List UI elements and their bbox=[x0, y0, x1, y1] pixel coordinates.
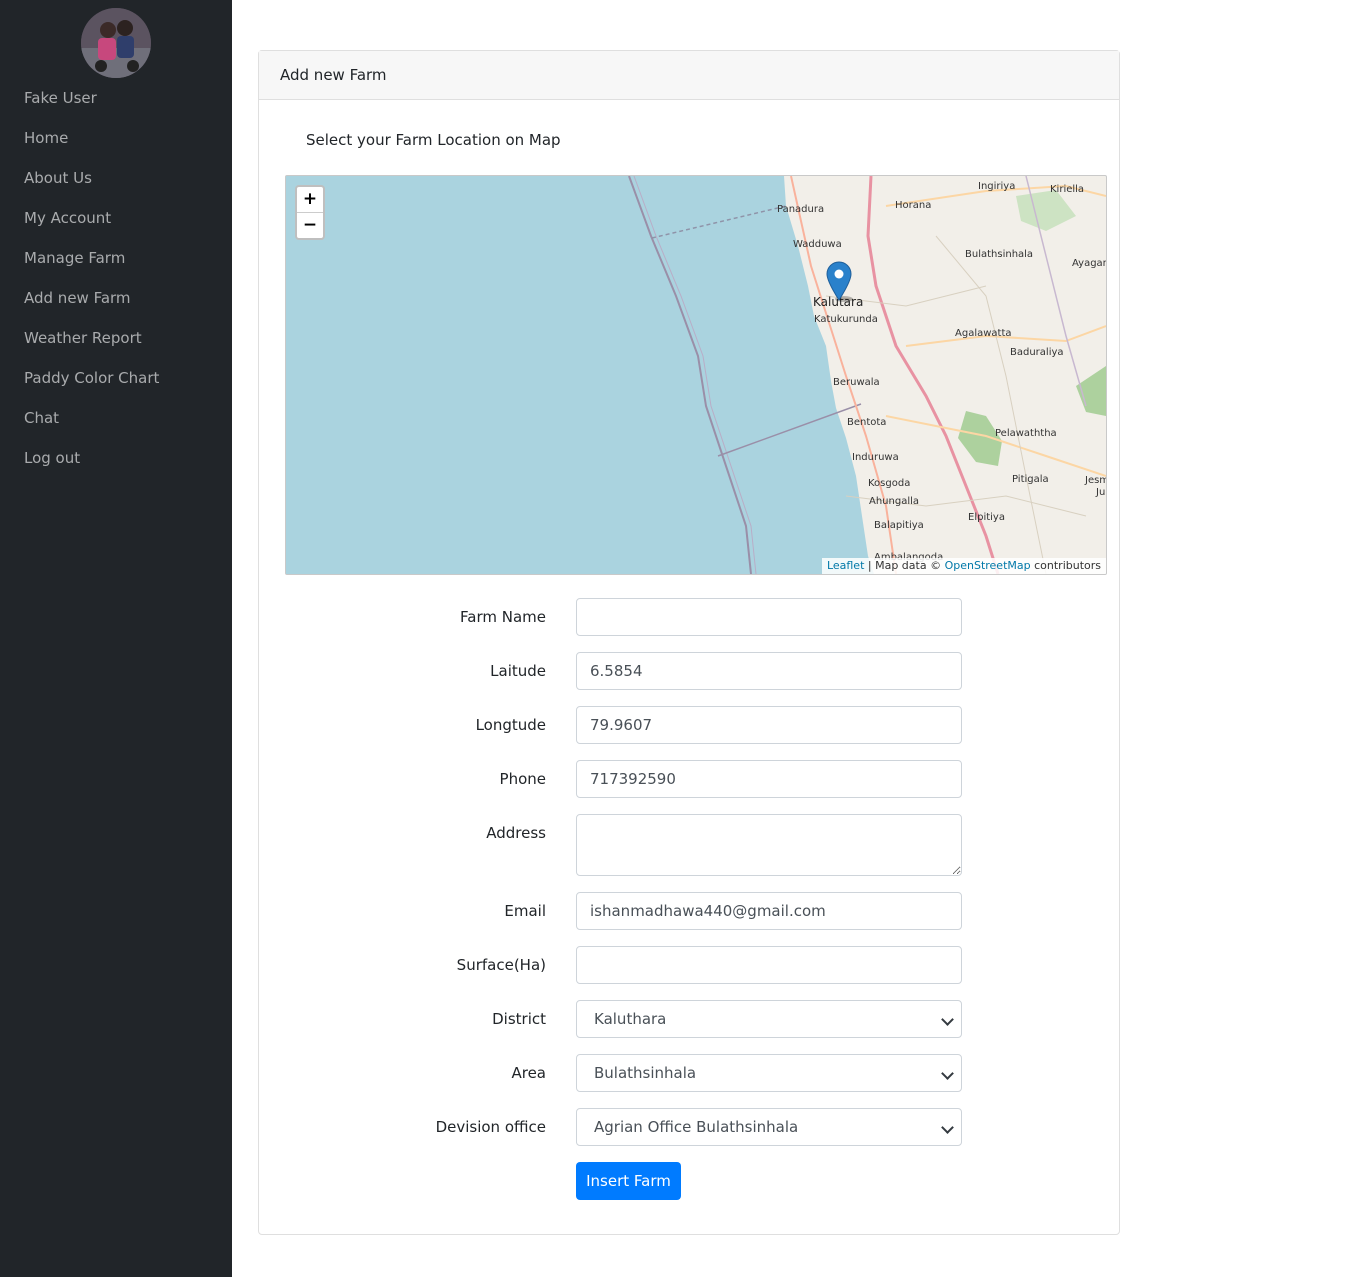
surface-input[interactable] bbox=[576, 946, 962, 984]
sidebar-item-chat[interactable]: Chat bbox=[24, 409, 59, 427]
division-office-select[interactable]: Agrian Office Bulathsinhala bbox=[576, 1108, 962, 1146]
latitude-label: Laitude bbox=[490, 662, 546, 680]
address-textarea[interactable] bbox=[576, 814, 962, 876]
map-label-induruwa: Induruwa bbox=[852, 452, 899, 463]
map-label-agalawatta: Agalawatta bbox=[955, 328, 1012, 339]
longitude-input[interactable] bbox=[576, 706, 962, 744]
sidebar-item-add-new-farm[interactable]: Add new Farm bbox=[24, 289, 131, 307]
phone-label: Phone bbox=[499, 770, 546, 788]
division-office-selected-value: Agrian Office Bulathsinhala bbox=[594, 1118, 799, 1136]
map-caption: Select your Farm Location on Map bbox=[306, 131, 561, 149]
sidebar: Fake User Home About Us My Account Manag… bbox=[0, 0, 232, 1277]
email-input[interactable] bbox=[576, 892, 962, 930]
map-label-ingiriya: Ingiriya bbox=[978, 181, 1015, 192]
longitude-label: Longtude bbox=[475, 716, 546, 734]
division-office-label: Devision office bbox=[435, 1118, 546, 1136]
map-label-panadura: Panadura bbox=[777, 204, 824, 215]
district-selected-value: Kaluthara bbox=[594, 1010, 667, 1028]
sidebar-item-weather-report[interactable]: Weather Report bbox=[24, 329, 142, 347]
add-farm-card: Add new Farm Select your Farm Location o… bbox=[258, 50, 1120, 1235]
map-attribution: Leaflet | Map data © OpenStreetMap contr… bbox=[821, 558, 1106, 574]
map-label-balapitiya: Balapitiya bbox=[874, 520, 924, 531]
map-zoom-control: + − bbox=[295, 185, 325, 240]
sidebar-item-log-out[interactable]: Log out bbox=[24, 449, 80, 467]
surface-label: Surface(Ha) bbox=[456, 956, 546, 974]
district-select[interactable]: Kaluthara bbox=[576, 1000, 962, 1038]
email-label: Email bbox=[504, 902, 546, 920]
latitude-input[interactable] bbox=[576, 652, 962, 690]
map-label-bentota: Bentota bbox=[847, 417, 886, 428]
user-name: Fake User bbox=[24, 89, 97, 107]
farm-name-input[interactable] bbox=[576, 598, 962, 636]
area-select[interactable]: Bulathsinhala bbox=[576, 1054, 962, 1092]
map-label-baduraliya: Baduraliya bbox=[1010, 347, 1064, 358]
map-label-beruwala: Beruwala bbox=[833, 377, 880, 388]
map-tiles: Panadura Horana Ingiriya Kiriella Wadduw… bbox=[286, 176, 1106, 574]
map-label-kosgoda: Kosgoda bbox=[868, 478, 910, 489]
avatar-image bbox=[81, 8, 151, 78]
map-label-bulathsinhala: Bulathsinhala bbox=[965, 249, 1033, 260]
sidebar-item-paddy-color-chart[interactable]: Paddy Color Chart bbox=[24, 369, 159, 387]
district-label: District bbox=[492, 1010, 546, 1028]
map-label-pitigala: Pitigala bbox=[1012, 474, 1049, 485]
map-label-pelawaththa: Pelawaththa bbox=[995, 428, 1057, 439]
sidebar-item-about-us[interactable]: About Us bbox=[24, 169, 92, 187]
map-label-katukurunda: Katukurunda bbox=[814, 314, 878, 325]
phone-input[interactable] bbox=[576, 760, 962, 798]
map-label-elpitiya: Elpitiya bbox=[968, 512, 1005, 523]
map-label-kiriella: Kiriella bbox=[1050, 184, 1084, 195]
map-label-jesm: Jesm bbox=[1084, 475, 1106, 486]
map-label-horana: Horana bbox=[895, 200, 931, 211]
openstreetmap-link[interactable]: OpenStreetMap bbox=[945, 559, 1031, 572]
chevron-down-icon bbox=[941, 1121, 954, 1134]
user-avatar[interactable] bbox=[81, 8, 151, 78]
map-label-wadduwa: Wadduwa bbox=[793, 239, 842, 250]
chevron-down-icon bbox=[941, 1067, 954, 1080]
farm-location-map[interactable]: Panadura Horana Ingiriya Kiriella Wadduw… bbox=[285, 175, 1107, 575]
map-label-ju: Ju bbox=[1095, 487, 1105, 498]
zoom-in-button[interactable]: + bbox=[297, 187, 323, 212]
leaflet-link[interactable]: Leaflet bbox=[827, 559, 864, 572]
sidebar-item-home[interactable]: Home bbox=[24, 129, 68, 147]
area-label: Area bbox=[511, 1064, 546, 1082]
sidebar-item-my-account[interactable]: My Account bbox=[24, 209, 111, 227]
attribution-contributors: contributors bbox=[1030, 559, 1101, 572]
map-label-ahungalla: Ahungalla bbox=[869, 496, 919, 507]
sidebar-item-manage-farm[interactable]: Manage Farm bbox=[24, 249, 125, 267]
zoom-out-button[interactable]: − bbox=[297, 212, 323, 238]
insert-farm-button[interactable]: Insert Farm bbox=[576, 1162, 681, 1200]
address-label: Address bbox=[486, 824, 546, 842]
attribution-text: | Map data © bbox=[864, 559, 945, 572]
map-label-ayagama: Ayagan bbox=[1072, 258, 1106, 269]
farm-name-label: Farm Name bbox=[460, 608, 546, 626]
chevron-down-icon bbox=[941, 1013, 954, 1026]
card-title: Add new Farm bbox=[259, 51, 1119, 100]
area-selected-value: Bulathsinhala bbox=[594, 1064, 697, 1082]
